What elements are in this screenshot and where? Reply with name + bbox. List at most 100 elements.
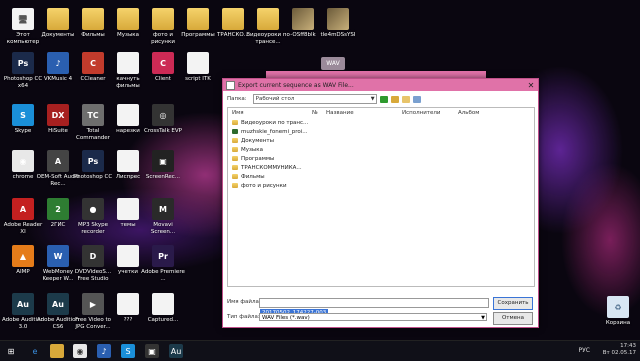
col-album[interactable]: Альбом bbox=[458, 110, 508, 116]
app-icon: ▶ bbox=[82, 293, 104, 315]
col-number[interactable]: № bbox=[312, 110, 326, 116]
folder-icon bbox=[187, 8, 209, 30]
document-icon bbox=[117, 104, 139, 126]
list-item-name: Фильмы bbox=[241, 173, 265, 180]
desktop-icon[interactable]: Pr Adobe Premiere ... bbox=[141, 245, 185, 282]
app-icon: Au bbox=[47, 293, 69, 315]
file-list-header: Имя № Название Исполнители Альбом bbox=[228, 108, 534, 118]
dialog-app-icon bbox=[226, 80, 235, 90]
vkmusic-icon[interactable]: ♪ bbox=[97, 344, 111, 358]
list-item[interactable]: Видеоуроки по транс... bbox=[228, 118, 534, 127]
document-icon bbox=[187, 52, 209, 74]
app-icon: ▲ bbox=[12, 245, 34, 267]
clock-date: Вт 02.05.17 bbox=[602, 350, 636, 356]
document-icon bbox=[117, 198, 139, 220]
col-title[interactable]: Название bbox=[326, 110, 402, 116]
list-item-name: фото и рисунки bbox=[241, 182, 287, 189]
desktop-icon[interactable]: ▣ ScreenRec... bbox=[141, 150, 185, 181]
recycle-bin-label: Корзина bbox=[605, 320, 631, 326]
list-item[interactable]: ТРАНСКОММУНИКА... bbox=[228, 163, 534, 172]
desktop-icon[interactable]: Captured... bbox=[141, 293, 185, 324]
filename-label: Имя файла: bbox=[227, 299, 261, 305]
list-item-name: Документы bbox=[241, 137, 274, 144]
recycle-bin[interactable]: ♻ Корзина bbox=[596, 296, 640, 327]
app-icon: DX bbox=[47, 104, 69, 126]
image-thumbnail-icon bbox=[292, 8, 314, 30]
recycle-bin-icon: ♻ bbox=[607, 296, 629, 318]
language-indicator[interactable]: РУС bbox=[579, 347, 590, 354]
desktop-icon[interactable]: tle4mDSsYSI bbox=[316, 8, 360, 39]
app-icon: A bbox=[47, 150, 69, 172]
folder-icon bbox=[222, 8, 244, 30]
edge-icon[interactable]: e bbox=[28, 344, 42, 358]
document-icon: 🖥 bbox=[12, 8, 34, 30]
chrome-icon[interactable]: ◉ bbox=[73, 344, 87, 358]
desktop-icon-label: Adobe Premiere ... bbox=[141, 269, 185, 282]
document-icon bbox=[117, 150, 139, 172]
save-button[interactable]: Сохранить bbox=[493, 297, 533, 310]
folder-icon bbox=[232, 147, 238, 152]
folder-icon bbox=[232, 183, 238, 188]
list-item[interactable]: Фильмы bbox=[228, 172, 534, 181]
folder-icon bbox=[232, 138, 238, 143]
lookin-toolbar: Папка: Рабочий стол ▼ bbox=[223, 93, 538, 105]
list-item[interactable]: Программы bbox=[228, 154, 534, 163]
folder-icon bbox=[152, 8, 174, 30]
app-icon: S bbox=[12, 104, 34, 126]
up-folder-icon[interactable] bbox=[390, 95, 399, 103]
document-icon bbox=[152, 293, 174, 315]
folder-icon bbox=[232, 174, 238, 179]
desktop-icon[interactable]: M Movavi Screen... bbox=[141, 198, 185, 235]
wav-shortcut[interactable]: WAV bbox=[321, 57, 345, 70]
desktop-icon-label: CrossTalk EVP bbox=[144, 128, 182, 134]
lookin-select[interactable]: Рабочий стол ▼ bbox=[252, 94, 377, 104]
back-icon[interactable] bbox=[379, 95, 388, 103]
app-icon: Ps bbox=[82, 150, 104, 172]
app-icon: ◉ bbox=[12, 150, 34, 172]
document-icon bbox=[117, 293, 139, 315]
document-icon bbox=[117, 245, 139, 267]
cancel-button[interactable]: Отмена bbox=[493, 312, 533, 325]
file-list[interactable]: Имя № Название Исполнители Альбом Видеоу… bbox=[227, 107, 535, 287]
list-item-name: Музыка bbox=[241, 146, 263, 153]
clock[interactable]: 17:43 Вт 02.05.17 bbox=[603, 343, 636, 357]
new-folder-icon[interactable] bbox=[401, 95, 410, 103]
app-icon: Ps bbox=[12, 52, 34, 74]
desktop-icon[interactable]: script ITK bbox=[176, 52, 220, 83]
col-artists[interactable]: Исполнители bbox=[402, 110, 458, 116]
desktop-icon-label: ScreenRec... bbox=[145, 174, 181, 180]
view-menu-icon[interactable] bbox=[412, 95, 421, 103]
col-name[interactable]: Имя bbox=[232, 110, 312, 116]
list-item[interactable]: Музыка bbox=[228, 145, 534, 154]
skype-icon[interactable]: S bbox=[121, 344, 135, 358]
filetype-select[interactable]: WAV Files (*.wav) ▼ bbox=[259, 313, 487, 321]
app-icon: ♪ bbox=[47, 52, 69, 74]
desktop-icon-label: script ITK bbox=[185, 76, 211, 82]
app-icon: M bbox=[152, 198, 174, 220]
screenrecorder-icon[interactable]: ▣ bbox=[145, 344, 159, 358]
folder-icon bbox=[232, 120, 238, 125]
app-icon: A bbox=[12, 198, 34, 220]
filetype-label: Тип файла: bbox=[227, 314, 260, 320]
lookin-value: Рабочий стол bbox=[255, 96, 295, 102]
filename-input[interactable]: 20170502_174227-003 bbox=[259, 298, 489, 317]
audition-icon[interactable]: Au bbox=[169, 344, 183, 358]
explorer-icon[interactable] bbox=[50, 344, 64, 358]
app-icon: D bbox=[82, 245, 104, 267]
desktop-icon[interactable]: ◎ CrossTalk EVP bbox=[141, 104, 185, 135]
lookin-label: Папка: bbox=[227, 96, 247, 102]
file-rows: Видеоуроки по транс... muzhskie_fonemi_pr… bbox=[228, 118, 534, 190]
dialog-titlebar: Export current sequence as WAV File... ✕ bbox=[223, 79, 538, 91]
chevron-down-icon: ▼ bbox=[370, 96, 375, 102]
close-icon[interactable]: ✕ bbox=[524, 81, 538, 90]
folder-icon bbox=[117, 8, 139, 30]
list-item[interactable]: фото и рисунки bbox=[228, 181, 534, 190]
list-item[interactable]: Документы bbox=[228, 136, 534, 145]
start-windows-icon[interactable]: ⊞ bbox=[4, 344, 18, 358]
list-item[interactable]: muzhskie_fonemi_proi... bbox=[228, 127, 534, 136]
app-icon: Pr bbox=[152, 245, 174, 267]
folder-icon bbox=[232, 156, 238, 161]
dialog-title: Export current sequence as WAV File... bbox=[238, 81, 354, 89]
folder-icon bbox=[257, 8, 279, 30]
list-item-name: ТРАНСКОММУНИКА... bbox=[241, 164, 302, 171]
